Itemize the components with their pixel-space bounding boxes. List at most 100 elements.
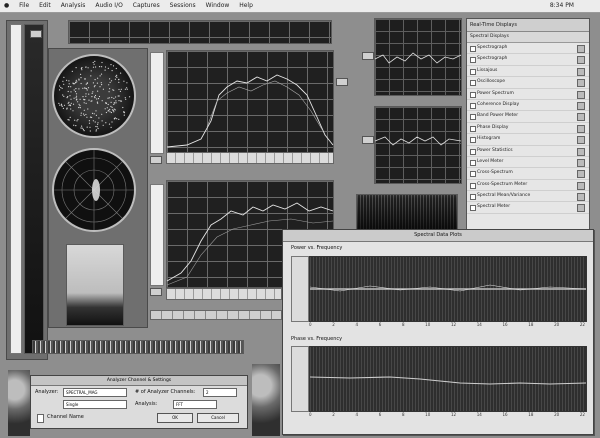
- menu-bar: ● File Edit Analysis Audio I/O Captures …: [0, 0, 600, 13]
- scatter-point: [116, 76, 118, 78]
- polar-scatter-dots: [58, 60, 131, 132]
- scatter-point: [94, 121, 96, 123]
- event-strip: [32, 340, 244, 354]
- spectrum1-cursor-tag[interactable]: [336, 78, 348, 86]
- scatter-point: [85, 93, 87, 95]
- list-item[interactable]: Spectral Mean/Variance: [467, 191, 589, 203]
- menu-captures[interactable]: Captures: [129, 0, 164, 12]
- scatter-point: [81, 125, 83, 127]
- menu-help[interactable]: Help: [235, 0, 257, 12]
- scatter-point: [80, 77, 82, 79]
- plot1-y-axis: [291, 256, 309, 322]
- list-item[interactable]: Histogram: [467, 134, 589, 146]
- menu-analysis[interactable]: Analysis: [57, 0, 90, 12]
- cancel-button[interactable]: Cancel: [197, 413, 239, 423]
- scatter-point: [61, 87, 63, 89]
- scatter-point: [85, 102, 87, 104]
- x-tick: 20: [554, 412, 560, 417]
- scatter-point: [113, 103, 115, 105]
- scatter-point: [67, 90, 69, 93]
- scatter-point: [62, 80, 64, 82]
- scatter-point: [87, 87, 90, 89]
- waveform1-tag[interactable]: [362, 52, 374, 60]
- list-item[interactable]: Power Spectrum: [467, 89, 589, 100]
- scatter-point: [69, 116, 71, 118]
- scatter-point: [106, 107, 108, 109]
- scatter-point: [110, 64, 112, 66]
- scatter-point: [96, 101, 98, 103]
- menu-audio-io[interactable]: Audio I/O: [91, 0, 126, 12]
- list-item[interactable]: Level Meter: [467, 157, 589, 169]
- menu-edit[interactable]: Edit: [35, 0, 55, 12]
- scatter-point: [85, 83, 87, 85]
- apple-menu-icon[interactable]: ●: [0, 0, 13, 12]
- scatter-point: [110, 105, 112, 108]
- scatter-point: [75, 95, 78, 97]
- menu-file[interactable]: File: [15, 0, 33, 12]
- analyzer-select[interactable]: SPECTRAL_MAG: [63, 388, 127, 397]
- list-item[interactable]: Lissajous: [467, 66, 589, 78]
- channel-name-checkbox[interactable]: [37, 414, 44, 423]
- x-tick: 10: [425, 322, 431, 327]
- mode-select[interactable]: Single: [63, 400, 127, 409]
- scatter-point: [78, 88, 80, 90]
- scatter-point: [83, 99, 85, 101]
- scatter-point: [114, 109, 116, 111]
- spectral-plots-window: Spectral Data Plots Power vs. Frequency …: [282, 229, 594, 435]
- scatter-point: [88, 120, 90, 122]
- scatter-point: [109, 81, 111, 83]
- spectrum1-y-axis: [150, 52, 164, 154]
- channels-select[interactable]: 2: [203, 388, 237, 397]
- list-item[interactable]: Oscilloscope: [467, 77, 589, 89]
- scatter-point: [101, 66, 103, 68]
- analysis-select[interactable]: FFT: [173, 400, 217, 409]
- level-meter-marker[interactable]: [30, 30, 42, 38]
- scatter-point: [61, 105, 63, 107]
- scatter-point: [129, 96, 131, 98]
- scatter-point: [100, 73, 103, 75]
- scatter-point: [95, 114, 97, 116]
- list-item[interactable]: Spectrograph: [467, 43, 589, 55]
- plot2-y-axis: [291, 346, 309, 412]
- scatter-point: [105, 122, 107, 124]
- scatter-point: [89, 126, 91, 128]
- spectral-window-title[interactable]: Spectral Data Plots: [283, 230, 593, 242]
- scatter-point: [97, 123, 99, 125]
- spectrogram-display: [356, 194, 458, 234]
- x-tick: 4: [355, 322, 359, 327]
- x-tick: 0: [309, 322, 312, 327]
- menu-window[interactable]: Window: [202, 0, 234, 12]
- scatter-point: [116, 74, 118, 76]
- scatter-point: [115, 67, 117, 70]
- list-item[interactable]: Cross-Spectrum: [467, 168, 589, 180]
- scatter-point: [76, 120, 78, 122]
- scatter-point: [79, 98, 81, 100]
- scatter-point: [73, 89, 75, 91]
- scatter-point: [86, 126, 88, 128]
- list-item[interactable]: Spectrograph: [467, 54, 589, 66]
- ok-button[interactable]: OK: [157, 413, 193, 423]
- scatter-point: [105, 111, 107, 114]
- scatter-point: [75, 125, 77, 127]
- x-tick: 20: [554, 322, 560, 327]
- scatter-point: [73, 97, 75, 99]
- scatter-point: [85, 113, 87, 116]
- scatter-point: [109, 88, 111, 90]
- list-item[interactable]: Phase Display: [467, 123, 589, 135]
- scatter-point: [83, 87, 86, 89]
- waveform2-tag[interactable]: [362, 136, 374, 144]
- list-item[interactable]: Cross-Spectrum Meter: [467, 180, 589, 192]
- scatter-point: [69, 95, 71, 97]
- menu-sessions[interactable]: Sessions: [166, 0, 200, 12]
- scatter-point: [70, 108, 72, 110]
- list-item[interactable]: Power Statistics: [467, 146, 589, 157]
- list-item[interactable]: Coherence Display: [467, 100, 589, 112]
- spectrum2-scale-tag[interactable]: [150, 288, 162, 296]
- scatter-point: [87, 108, 89, 110]
- display-list-subheader[interactable]: Spectral Displays: [467, 32, 589, 43]
- list-item[interactable]: Band Power Meter: [467, 111, 589, 123]
- list-item[interactable]: Spectral Meter: [467, 202, 589, 214]
- scatter-point: [112, 89, 114, 91]
- spectrum1-scale-tag[interactable]: [150, 156, 162, 164]
- scatter-point: [123, 114, 125, 116]
